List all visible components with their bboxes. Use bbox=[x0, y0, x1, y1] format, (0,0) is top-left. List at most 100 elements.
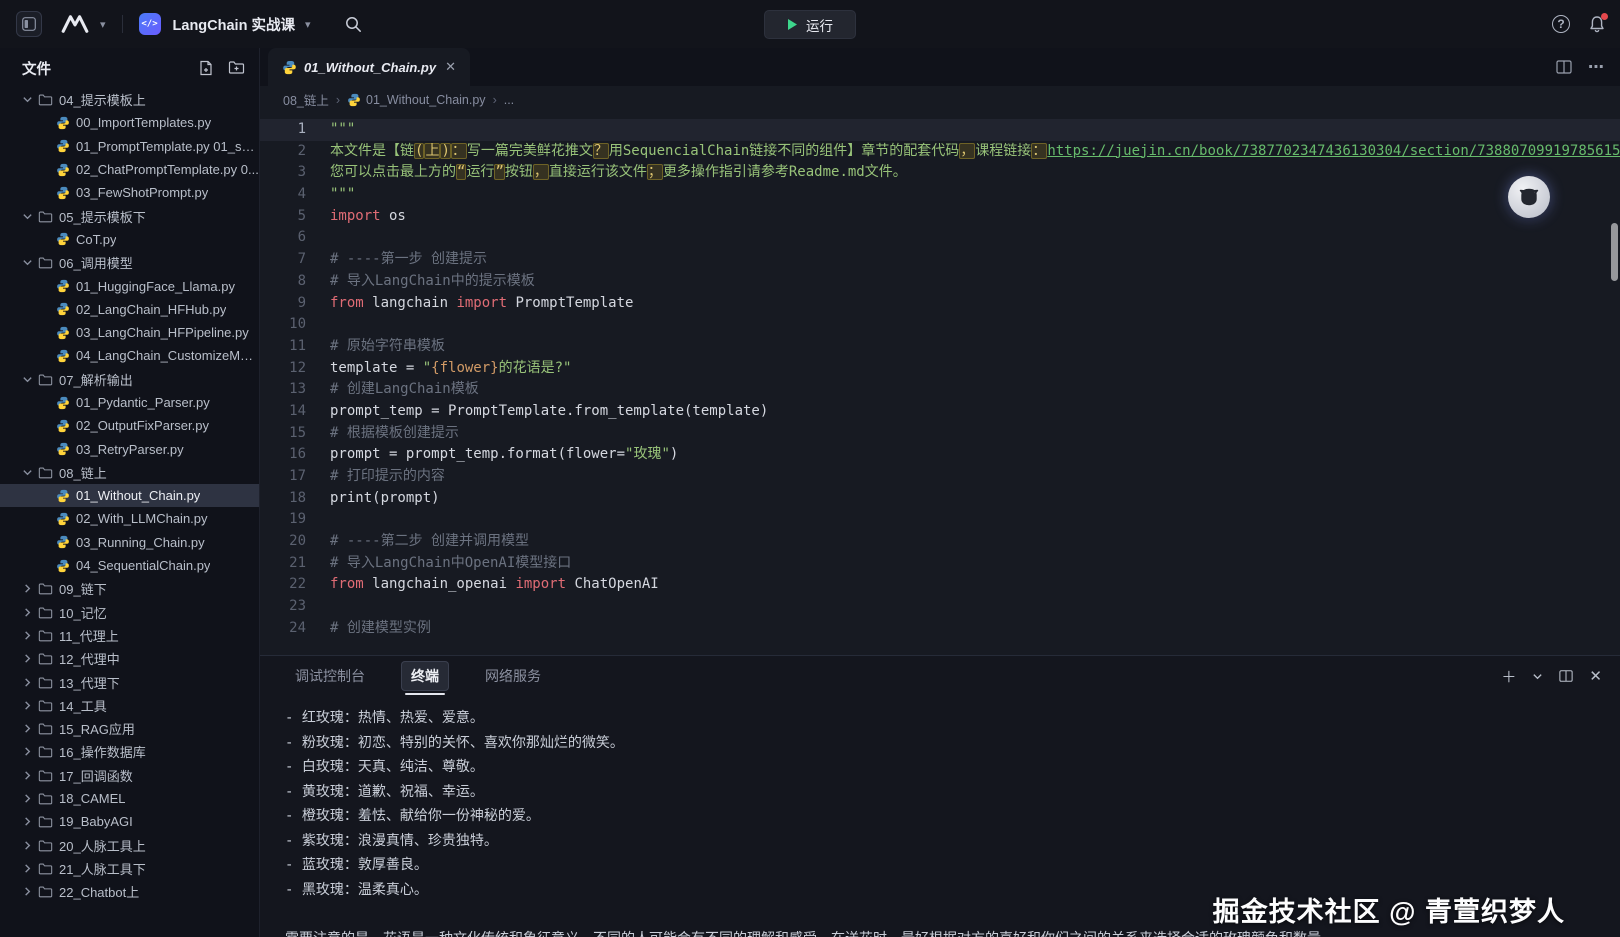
editor-tab[interactable]: 01_Without_Chain.py ✕ bbox=[268, 48, 470, 86]
tree-file-item[interactable]: 04_LangChain_CustomizeMod... bbox=[0, 344, 259, 367]
code-token: ( bbox=[414, 143, 424, 159]
tree-folder-item[interactable]: 11_代理上 bbox=[0, 624, 259, 647]
code-link[interactable]: https://juejin.cn/book/73877023474361303… bbox=[1047, 143, 1620, 159]
code-line[interactable]: 7# ----第一步 创建提示 bbox=[260, 249, 1620, 271]
tree-folder-item[interactable]: 07_解析输出 bbox=[0, 368, 259, 391]
code-token: template = bbox=[330, 360, 423, 376]
code-line[interactable]: 24# 创建模型实例 bbox=[260, 618, 1620, 640]
breadcrumb-item[interactable]: 01_Without_Chain.py bbox=[347, 93, 486, 107]
new-terminal-icon[interactable]: ＋ bbox=[1501, 666, 1516, 687]
app-logo-icon[interactable] bbox=[60, 14, 90, 34]
ai-assistant-button[interactable] bbox=[1508, 176, 1550, 218]
code-line[interactable]: 22from langchain_openai import ChatOpenA… bbox=[260, 574, 1620, 596]
code-line[interactable]: 8# 导入LangChain中的提示模板 bbox=[260, 271, 1620, 293]
notification-bell-icon[interactable] bbox=[1588, 15, 1606, 34]
tree-folder-item[interactable]: 21_人脉工具下 bbox=[0, 857, 259, 880]
code-line[interactable]: 14prompt_temp = PromptTemplate.from_temp… bbox=[260, 401, 1620, 423]
code-line[interactable]: 15# 根据模板创建提示 bbox=[260, 423, 1620, 445]
folder-icon bbox=[38, 885, 53, 898]
tree-folder-item[interactable]: 06_调用模型 bbox=[0, 251, 259, 274]
logo-menu-chevron-icon[interactable]: ▾ bbox=[100, 18, 106, 31]
terminal-output[interactable]: - 红玫瑰：热情、热爱、爱意。- 粉玫瑰：初恋、特别的关怀、喜欢你那灿烂的微笑。… bbox=[260, 696, 1620, 937]
tree-file-item[interactable]: 01_Pydantic_Parser.py bbox=[0, 391, 259, 414]
tree-folder-item[interactable]: 16_操作数据库 bbox=[0, 740, 259, 763]
code-line[interactable]: 19 bbox=[260, 509, 1620, 531]
new-file-icon[interactable] bbox=[198, 60, 214, 76]
folder-icon bbox=[38, 582, 53, 595]
tree-folder-item[interactable]: 19_BabyAGI bbox=[0, 810, 259, 833]
tree-folder-item[interactable]: 17_回调函数 bbox=[0, 764, 259, 787]
code-line[interactable]: 21# 导入LangChain中OpenAI模型接口 bbox=[260, 553, 1620, 575]
code-line[interactable]: 12template = "{flower}的花语是?" bbox=[260, 358, 1620, 380]
tree-file-item[interactable]: 03_Running_Chain.py bbox=[0, 531, 259, 554]
code-line[interactable]: 6 bbox=[260, 227, 1620, 249]
python-file-icon bbox=[56, 232, 70, 246]
code-line[interactable]: 23 bbox=[260, 596, 1620, 618]
code-line[interactable]: 1""" bbox=[260, 119, 1620, 141]
project-name[interactable]: LangChain 实战课 bbox=[173, 14, 295, 35]
tree-file-item[interactable]: 01_Without_Chain.py bbox=[0, 484, 259, 507]
code-line[interactable]: 11# 原始字符串模板 bbox=[260, 336, 1620, 358]
code-line[interactable]: 13# 创建LangChain模板 bbox=[260, 379, 1620, 401]
tree-folder-item[interactable]: 18_CAMEL bbox=[0, 787, 259, 810]
tree-folder-item[interactable]: 04_提示模板上 bbox=[0, 88, 259, 111]
tree-file-item[interactable]: 02_LangChain_HFHub.py bbox=[0, 298, 259, 321]
code-line[interactable]: 10 bbox=[260, 314, 1620, 336]
tree-folder-item[interactable]: 10_记忆 bbox=[0, 601, 259, 624]
breadcrumb-item[interactable]: 08_链上 bbox=[283, 90, 329, 109]
tree-folder-item[interactable]: 20_人脉工具上 bbox=[0, 834, 259, 857]
terminal-dropdown-chevron-icon[interactable] bbox=[1532, 671, 1543, 682]
tab-close-icon[interactable]: ✕ bbox=[445, 59, 456, 75]
tree-file-item[interactable]: 03_FewShotPrompt.py bbox=[0, 181, 259, 204]
tree-folder-item[interactable]: 13_代理下 bbox=[0, 670, 259, 693]
code-line[interactable]: 5import os bbox=[260, 206, 1620, 228]
tree-folder-item[interactable]: 22_Chatbot上 bbox=[0, 880, 259, 903]
tree-folder-item[interactable]: 12_代理中 bbox=[0, 647, 259, 670]
sidebar-toggle-icon[interactable] bbox=[16, 11, 42, 37]
tree-file-item[interactable]: 02_With_LLMChain.py bbox=[0, 507, 259, 530]
close-panel-icon[interactable]: ✕ bbox=[1589, 667, 1602, 685]
code-line[interactable]: 2本文件是【链(上)：写一篇完美鲜花推文？用SequencialChain链接不… bbox=[260, 141, 1620, 163]
code-line[interactable]: 16prompt = prompt_temp.format(flower="玫瑰… bbox=[260, 444, 1620, 466]
more-actions-icon[interactable]: ⋯ bbox=[1588, 57, 1604, 77]
editor-scrollbar[interactable] bbox=[1611, 223, 1618, 281]
code-line[interactable]: 20# ----第二步 创建并调用模型 bbox=[260, 531, 1620, 553]
code-token: from bbox=[330, 295, 364, 311]
tree-folder-item[interactable]: 14_工具 bbox=[0, 694, 259, 717]
tree-file-item[interactable]: 02_OutputFixParser.py bbox=[0, 414, 259, 437]
tree-item-label: 05_提示模板下 bbox=[59, 207, 146, 226]
run-button[interactable]: 运行 bbox=[764, 10, 856, 39]
new-folder-icon[interactable] bbox=[228, 60, 245, 76]
tree-file-item[interactable]: 04_SequentialChain.py bbox=[0, 554, 259, 577]
panel-tab[interactable]: 网络服务 bbox=[475, 661, 551, 691]
panel-tab[interactable]: 终端 bbox=[401, 661, 449, 691]
code-line[interactable]: 18print(prompt) bbox=[260, 488, 1620, 510]
tree-file-item[interactable]: 03_RetryParser.py bbox=[0, 437, 259, 460]
code-line[interactable]: 4""" bbox=[260, 184, 1620, 206]
code-line[interactable]: 3您可以点击最上方的“运行”按钮，直接运行该文件；更多操作指引请参考Readme… bbox=[260, 162, 1620, 184]
tree-file-item[interactable]: CoT.py bbox=[0, 228, 259, 251]
project-chevron-icon[interactable]: ▾ bbox=[305, 18, 311, 31]
code-line[interactable]: 17# 打印提示的内容 bbox=[260, 466, 1620, 488]
line-number: 11 bbox=[260, 336, 306, 358]
panel-tab[interactable]: 调试控制台 bbox=[285, 661, 375, 691]
tree-file-item[interactable]: 01_HuggingFace_Llama.py bbox=[0, 274, 259, 297]
split-editor-icon[interactable] bbox=[1556, 59, 1572, 75]
split-terminal-icon[interactable] bbox=[1559, 669, 1573, 683]
code-token: 课程链接 bbox=[975, 143, 1031, 159]
tree-folder-item[interactable]: 15_RAG应用 bbox=[0, 717, 259, 740]
code-line[interactable]: 9from langchain import PromptTemplate bbox=[260, 293, 1620, 315]
tree-file-item[interactable]: 00_ImportTemplates.py bbox=[0, 111, 259, 134]
tree-file-item[interactable]: 01_PromptTemplate.py 01_sof... bbox=[0, 135, 259, 158]
tree-folder-item[interactable]: 09_链下 bbox=[0, 577, 259, 600]
python-file-icon bbox=[56, 419, 70, 433]
help-icon[interactable]: ? bbox=[1552, 15, 1570, 33]
tree-folder-item[interactable]: 05_提示模板下 bbox=[0, 204, 259, 227]
code-editor[interactable]: 1"""2本文件是【链(上)：写一篇完美鲜花推文？用SequencialChai… bbox=[260, 113, 1620, 655]
tree-folder-item[interactable]: 08_链上 bbox=[0, 461, 259, 484]
line-number: 2 bbox=[260, 141, 306, 163]
tree-file-item[interactable]: 03_LangChain_HFPipeline.py bbox=[0, 321, 259, 344]
search-icon[interactable] bbox=[345, 16, 362, 33]
breadcrumb-item[interactable]: ... bbox=[504, 93, 514, 107]
tree-file-item[interactable]: 02_ChatPromptTemplate.py 0... bbox=[0, 158, 259, 181]
